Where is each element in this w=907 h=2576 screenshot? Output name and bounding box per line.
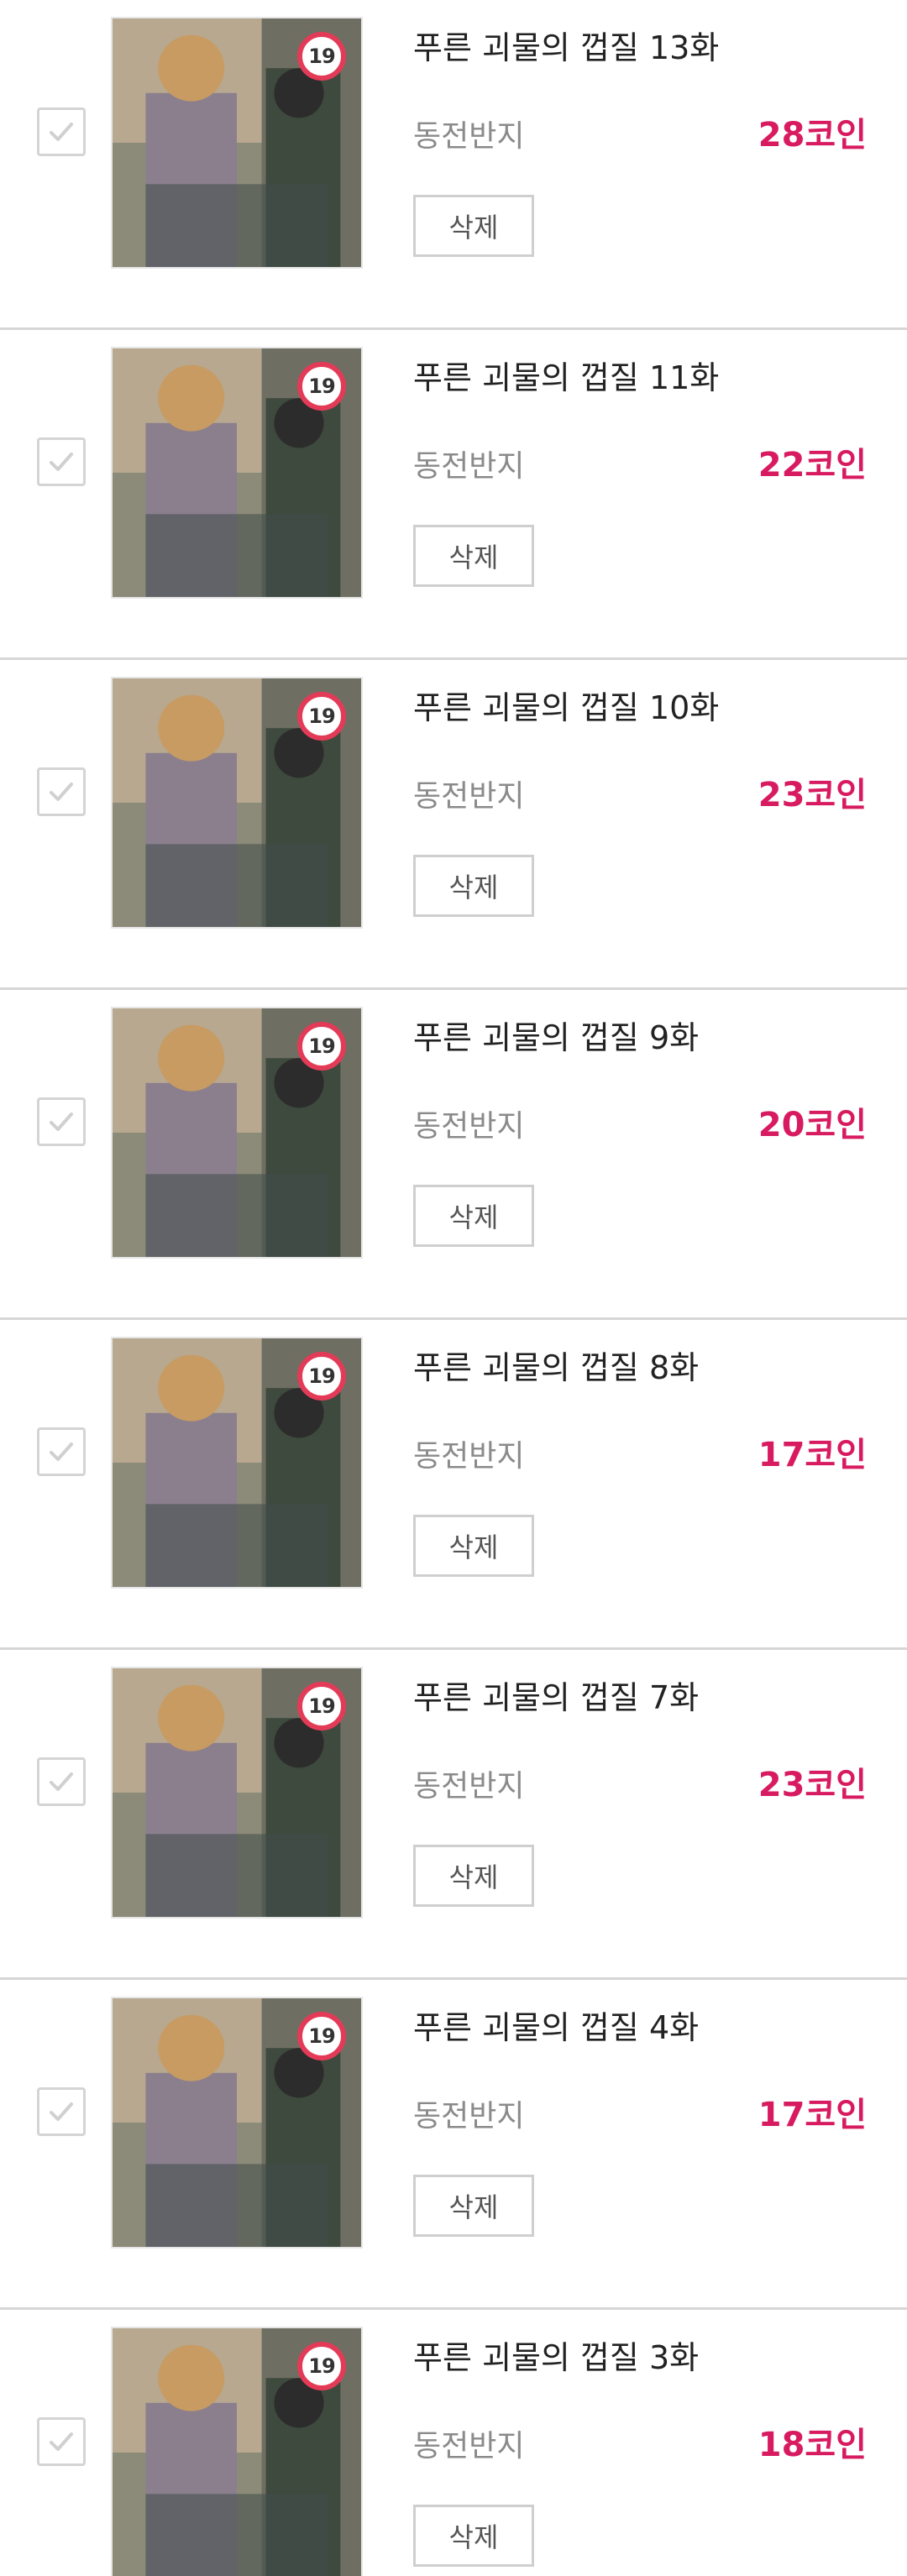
- episode-title[interactable]: 푸른 괴물의 껍질 3화: [413, 2332, 699, 2378]
- cart-item-list: 19 푸른 괴물의 껍질 13화 동전반지 28코인 삭제 19 푸른 괴물의 …: [0, 0, 907, 2576]
- delete-button[interactable]: 삭제: [413, 1845, 534, 1907]
- cart-item-row: 19 푸른 괴물의 껍질 10화 동전반지 23코인 삭제: [0, 660, 907, 990]
- item-checkbox[interactable]: [37, 1427, 86, 1476]
- cart-item-row: 19 푸른 괴물의 껍질 9화 동전반지 20코인 삭제: [0, 990, 907, 1320]
- episode-title[interactable]: 푸른 괴물의 껍질 8화: [413, 1342, 699, 1388]
- age-rating-badge: 19: [297, 692, 346, 741]
- delete-button[interactable]: 삭제: [413, 1185, 534, 1247]
- checkmark-icon: [50, 1772, 73, 1791]
- episode-title[interactable]: 푸른 괴물의 껍질 9화: [413, 1012, 699, 1058]
- delete-button[interactable]: 삭제: [413, 2175, 534, 2237]
- episode-price: 20코인: [758, 1106, 867, 1144]
- age-rating-badge: 19: [297, 1682, 346, 1730]
- seller-name: 동전반지: [413, 449, 525, 484]
- cart-item-row: 19 푸른 괴물의 껍질 7화 동전반지 23코인 삭제: [0, 1650, 907, 1980]
- age-rating-badge: 19: [297, 32, 346, 81]
- checkmark-icon: [50, 2102, 73, 2121]
- seller-name: 동전반지: [413, 119, 525, 154]
- episode-thumbnail[interactable]: 19: [111, 2327, 363, 2576]
- seller-name: 동전반지: [413, 1769, 525, 1804]
- delete-button[interactable]: 삭제: [413, 195, 534, 257]
- cart-item-row: 19 푸른 괴물의 껍질 13화 동전반지 28코인 삭제: [0, 0, 907, 330]
- checkmark-icon: [50, 123, 73, 141]
- episode-title[interactable]: 푸른 괴물의 껍질 7화: [413, 1672, 699, 1718]
- cart-item-row: 19 푸른 괴물의 껍질 3화 동전반지 18코인 삭제: [0, 2310, 907, 2576]
- item-checkbox[interactable]: [37, 1097, 86, 1146]
- age-rating-badge: 19: [297, 1022, 346, 1071]
- episode-price: 23코인: [758, 776, 867, 814]
- age-rating-badge: 19: [297, 2342, 346, 2390]
- checkmark-icon: [50, 2432, 73, 2451]
- episode-title[interactable]: 푸른 괴물의 껍질 11화: [413, 352, 719, 398]
- item-checkbox[interactable]: [37, 767, 86, 816]
- delete-button[interactable]: 삭제: [413, 2505, 534, 2567]
- cart-item-row: 19 푸른 괴물의 껍질 11화 동전반지 22코인 삭제: [0, 330, 907, 660]
- episode-title[interactable]: 푸른 괴물의 껍질 10화: [413, 682, 719, 728]
- age-rating-badge: 19: [297, 362, 346, 411]
- episode-price: 23코인: [758, 1766, 867, 1804]
- item-checkbox[interactable]: [37, 1757, 86, 1806]
- item-checkbox[interactable]: [37, 2417, 86, 2466]
- episode-price: 17코인: [758, 2096, 867, 2134]
- cart-item-row: 19 푸른 괴물의 껍질 4화 동전반지 17코인 삭제: [0, 1980, 907, 2310]
- seller-name: 동전반지: [413, 1439, 525, 1474]
- episode-price: 22코인: [758, 446, 867, 484]
- checkmark-icon: [50, 783, 73, 801]
- checkmark-icon: [50, 453, 73, 471]
- episode-thumbnail[interactable]: 19: [111, 677, 363, 929]
- episode-price: 17코인: [758, 1436, 867, 1474]
- episode-thumbnail[interactable]: 19: [111, 17, 363, 269]
- episode-thumbnail[interactable]: 19: [111, 1337, 363, 1589]
- item-checkbox[interactable]: [37, 107, 86, 156]
- checkmark-icon: [50, 1442, 73, 1461]
- item-checkbox[interactable]: [37, 437, 86, 486]
- episode-thumbnail[interactable]: 19: [111, 1667, 363, 1919]
- checkmark-icon: [50, 1113, 73, 1131]
- episode-title[interactable]: 푸른 괴물의 껍질 4화: [413, 2002, 699, 2048]
- episode-thumbnail[interactable]: 19: [111, 1997, 363, 2249]
- seller-name: 동전반지: [413, 2099, 525, 2134]
- episode-price: 28코인: [758, 116, 867, 154]
- delete-button[interactable]: 삭제: [413, 1515, 534, 1577]
- delete-button[interactable]: 삭제: [413, 855, 534, 917]
- delete-button[interactable]: 삭제: [413, 525, 534, 587]
- seller-name: 동전반지: [413, 779, 525, 814]
- episode-thumbnail[interactable]: 19: [111, 347, 363, 599]
- age-rating-badge: 19: [297, 2012, 346, 2060]
- cart-item-row: 19 푸른 괴물의 껍질 8화 동전반지 17코인 삭제: [0, 1320, 907, 1650]
- age-rating-badge: 19: [297, 1352, 346, 1401]
- episode-price: 18코인: [758, 2426, 867, 2464]
- seller-name: 동전반지: [413, 1109, 525, 1144]
- episode-thumbnail[interactable]: 19: [111, 1007, 363, 1259]
- item-checkbox[interactable]: [37, 2087, 86, 2136]
- seller-name: 동전반지: [413, 2429, 525, 2463]
- episode-title[interactable]: 푸른 괴물의 껍질 13화: [413, 22, 719, 68]
